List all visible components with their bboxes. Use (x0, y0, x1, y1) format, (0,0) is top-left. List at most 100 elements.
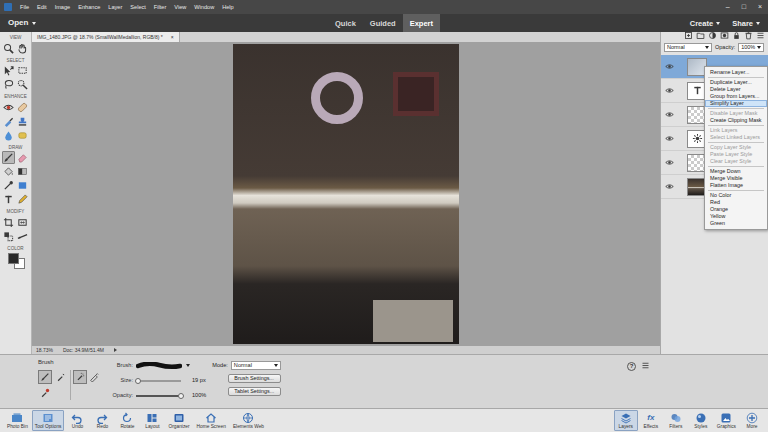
menu-item[interactable]: Layer (108, 4, 122, 11)
adjust-button[interactable] (708, 31, 717, 42)
menu-item[interactable]: Merge Down (705, 168, 767, 175)
document-tab[interactable]: IMG_1480.JPG @ 18.7% (SmallWallMedallion… (32, 32, 180, 42)
menu-item[interactable]: Create Clipping Mask (705, 117, 767, 124)
menu-item[interactable]: Enhance (78, 4, 100, 11)
menu-item[interactable]: Group from Layers... (705, 93, 767, 100)
taskbar-button[interactable]: Layers (614, 410, 638, 432)
pressure-toggle[interactable] (87, 370, 101, 384)
visibility-toggle[interactable] (663, 110, 676, 119)
visibility-toggle[interactable] (663, 62, 676, 71)
menu-item[interactable]: Green (705, 220, 767, 227)
tool-button[interactable] (16, 129, 29, 142)
foreground-color-swatch[interactable] (8, 253, 19, 264)
tool-button[interactable] (2, 216, 15, 229)
size-value[interactable]: 19 px (192, 377, 206, 384)
menu-item[interactable]: Simplify Layer (705, 100, 767, 107)
options-menu-button[interactable] (641, 361, 650, 372)
settings-button[interactable]: Tablet Settings... (228, 387, 281, 396)
mode-tab[interactable]: Quick (328, 14, 363, 32)
mode-select[interactable]: Normal (231, 361, 281, 370)
taskbar-button[interactable]: Elements Web (230, 410, 267, 432)
zoom-level[interactable]: 18.73% (36, 347, 53, 353)
tool-button[interactable] (2, 101, 15, 114)
photo[interactable] (233, 44, 459, 344)
tool-button[interactable] (2, 165, 15, 178)
menu-item[interactable]: Select (130, 4, 146, 11)
menu-item[interactable]: Yellow (705, 213, 767, 220)
tool-button[interactable] (2, 129, 15, 142)
tool-button[interactable] (16, 115, 29, 128)
taskbar-button[interactable]: Organizer (165, 410, 192, 432)
menu-item[interactable]: Flatten Image (705, 182, 767, 189)
tool-button[interactable] (2, 230, 15, 243)
tool-button[interactable] (16, 64, 29, 77)
tool-button[interactable] (2, 42, 15, 55)
taskbar-button[interactable]: Layout (140, 410, 164, 432)
visibility-toggle[interactable] (663, 86, 676, 95)
brush-variant-button[interactable] (38, 370, 52, 384)
menu-item[interactable]: Rename Layer... (705, 69, 767, 76)
lock-button[interactable] (732, 31, 741, 42)
slider-thumb[interactable] (135, 378, 141, 384)
mask-button[interactable] (720, 31, 729, 42)
taskbar-button[interactable]: Home Screen (194, 410, 229, 432)
menu-item[interactable]: File (20, 4, 29, 11)
tool-button[interactable] (16, 216, 29, 229)
new-layer-button[interactable] (684, 31, 693, 42)
menu-button[interactable] (756, 31, 765, 42)
tool-button[interactable] (16, 165, 29, 178)
taskbar-button[interactable]: fxEffects (639, 410, 663, 432)
visibility-toggle[interactable] (663, 134, 676, 143)
taskbar-button[interactable]: Rotate (115, 410, 139, 432)
taskbar-button[interactable]: Photo Bin (4, 410, 31, 432)
menu-item[interactable]: Window (194, 4, 214, 11)
slider-thumb[interactable] (178, 393, 184, 399)
visibility-toggle[interactable] (663, 158, 676, 167)
menu-item[interactable]: Image (55, 4, 71, 11)
taskbar-button[interactable]: Styles (689, 410, 713, 432)
tool-button[interactable] (2, 78, 15, 91)
tool-button[interactable] (2, 64, 15, 77)
menu-item[interactable]: Duplicate Layer... (705, 79, 767, 86)
tool-button[interactable] (16, 78, 29, 91)
tool-button[interactable] (2, 179, 15, 192)
tool-button[interactable] (16, 179, 29, 192)
menu-item[interactable]: Orange (705, 206, 767, 213)
menu-item[interactable]: View (174, 4, 186, 11)
menu-item[interactable]: Merge Visible (705, 175, 767, 182)
create-button[interactable]: Create (690, 19, 720, 28)
menu-item[interactable]: Edit (37, 4, 47, 11)
close-tab-button[interactable]: × (171, 34, 174, 40)
help-button[interactable]: ? (627, 362, 636, 371)
group-button[interactable] (696, 31, 705, 42)
menu-item[interactable]: Help (222, 4, 234, 11)
taskbar-button[interactable]: Undo (65, 410, 89, 432)
tool-button[interactable] (16, 230, 29, 243)
menu-item[interactable]: Delete Layer (705, 86, 767, 93)
opacity-value[interactable]: 100% (192, 392, 206, 399)
taskbar-button[interactable]: More (740, 410, 764, 432)
status-arrow-icon[interactable] (114, 348, 117, 352)
settings-button[interactable]: Brush Settings... (228, 374, 281, 383)
share-button[interactable]: Share (732, 19, 760, 28)
taskbar-button[interactable]: Filters (664, 410, 688, 432)
tool-button[interactable] (2, 151, 15, 164)
minimize-button[interactable]: – (726, 3, 730, 11)
menu-item[interactable]: Filter (154, 4, 166, 11)
tool-button[interactable] (16, 101, 29, 114)
mode-tab[interactable]: Guided (363, 14, 403, 32)
visibility-toggle[interactable] (663, 182, 676, 191)
maximize-button[interactable]: □ (742, 3, 746, 11)
airbrush-toggle[interactable] (73, 370, 87, 384)
menu-item[interactable]: Red (705, 199, 767, 206)
size-slider[interactable] (136, 380, 181, 382)
opacity-field[interactable]: 100% (738, 43, 764, 52)
taskbar-button[interactable]: Redo (90, 410, 114, 432)
tool-button[interactable] (16, 42, 29, 55)
taskbar-button[interactable]: Graphics (714, 410, 739, 432)
tool-button[interactable] (2, 193, 15, 206)
open-button[interactable]: Open (8, 18, 328, 28)
taskbar-button[interactable]: Tool Options (32, 410, 65, 432)
brush-variant-button[interactable] (54, 370, 68, 384)
close-button[interactable]: × (758, 3, 762, 11)
